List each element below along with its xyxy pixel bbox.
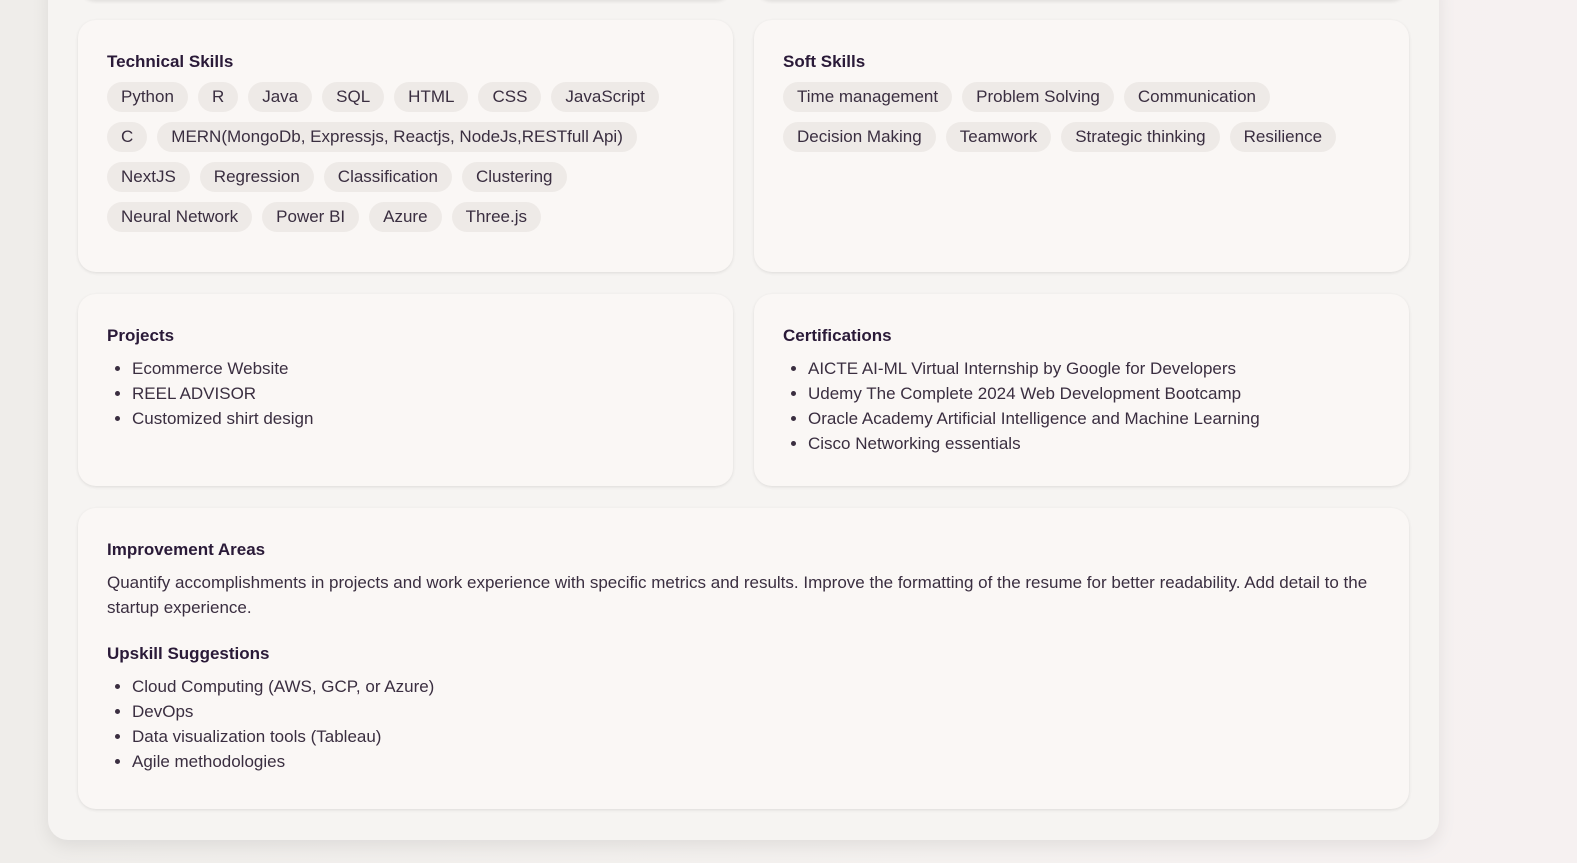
certifications-title: Certifications: [783, 326, 892, 345]
skill-chip: R: [197, 82, 239, 112]
skill-chip: Neural Network: [107, 202, 253, 232]
skill-chip: CSS: [478, 82, 542, 112]
technical-skills-list: Python R Java SQL HTML CSS JavaScript C MERN(Mon…: [107, 82, 704, 232]
skill-chip: Strategic thinking: [1061, 122, 1220, 152]
projects-card: Projects Ecommerce WebsiteREEL ADVISORCu…: [78, 294, 733, 486]
list-item: Cisco Networking essentials: [808, 431, 1380, 456]
skill-chip: JavaScript: [551, 82, 659, 112]
skill-chip: Three.js: [451, 202, 541, 232]
improvement-title: Improvement Areas: [107, 540, 266, 559]
certifications-card: Certifications AICTE AI-ML Virtual Inter…: [754, 294, 1409, 486]
skill-chip: Classification: [323, 162, 452, 192]
list-item: Ecommerce Website: [132, 356, 704, 381]
skill-chip: Time management: [783, 82, 953, 112]
list-item: DevOps: [132, 699, 1380, 724]
skill-chip: Problem Solving: [962, 82, 1114, 112]
upskill-list: Cloud Computing (AWS, GCP, or Azure)DevO…: [107, 674, 1380, 774]
improvement-text: Quantify accomplishments in projects and…: [107, 573, 1368, 617]
skill-chip: Azure: [369, 202, 442, 232]
skill-chip: SQL: [322, 82, 385, 112]
skill-chip: Python: [107, 82, 188, 112]
skill-chip: MERN(MongoDb, Expressjs, Reactjs, NodeJs…: [157, 122, 637, 152]
soft-skills-list: Time management Problem Solving Communicat…: [783, 82, 1380, 152]
skill-chip: Teamwork: [945, 122, 1052, 152]
list-item: REEL ADVISOR: [132, 381, 704, 406]
upskill-title: Upskill Suggestions: [107, 644, 270, 663]
improvement-card: Improvement Areas Quantify accomplishmen…: [78, 508, 1409, 809]
list-item: Oracle Academy Artificial Intelligence a…: [808, 406, 1380, 431]
skill-chip: Power BI: [262, 202, 360, 232]
technical-skills-title: Technical Skills: [107, 52, 234, 71]
skill-chip: C: [107, 122, 148, 152]
list-item: Cloud Computing (AWS, GCP, or Azure): [132, 674, 1380, 699]
list-item: Customized shirt design: [132, 406, 704, 431]
projects-list: Ecommerce WebsiteREEL ADVISORCustomized …: [107, 356, 704, 431]
technical-skills-card: Technical Skills Python R Java SQL HTML CSS Ja…: [78, 20, 733, 272]
skill-chip: Java: [248, 82, 313, 112]
soft-skills-card: Soft Skills Time management Problem Solvi…: [754, 20, 1409, 272]
skill-chip: Communication: [1123, 82, 1270, 112]
skill-chip: NextJS: [107, 162, 190, 192]
skill-chip: HTML: [394, 82, 469, 112]
skill-chip: Resilience: [1229, 122, 1337, 152]
list-item: Udemy The Complete 2024 Web Development …: [808, 381, 1380, 406]
list-item: AICTE AI-ML Virtual Internship by Google…: [808, 356, 1380, 381]
projects-title: Projects: [107, 326, 175, 345]
list-item: Agile methodologies: [132, 749, 1380, 774]
skill-chip: Decision Making: [783, 122, 936, 152]
skill-chip: Clustering: [461, 162, 567, 192]
skill-chip: Regression: [199, 162, 314, 192]
certifications-list: AICTE AI-ML Virtual Internship by Google…: [783, 356, 1380, 456]
list-item: Data visualization tools (Tableau): [132, 724, 1380, 749]
soft-skills-title: Soft Skills: [783, 52, 866, 71]
